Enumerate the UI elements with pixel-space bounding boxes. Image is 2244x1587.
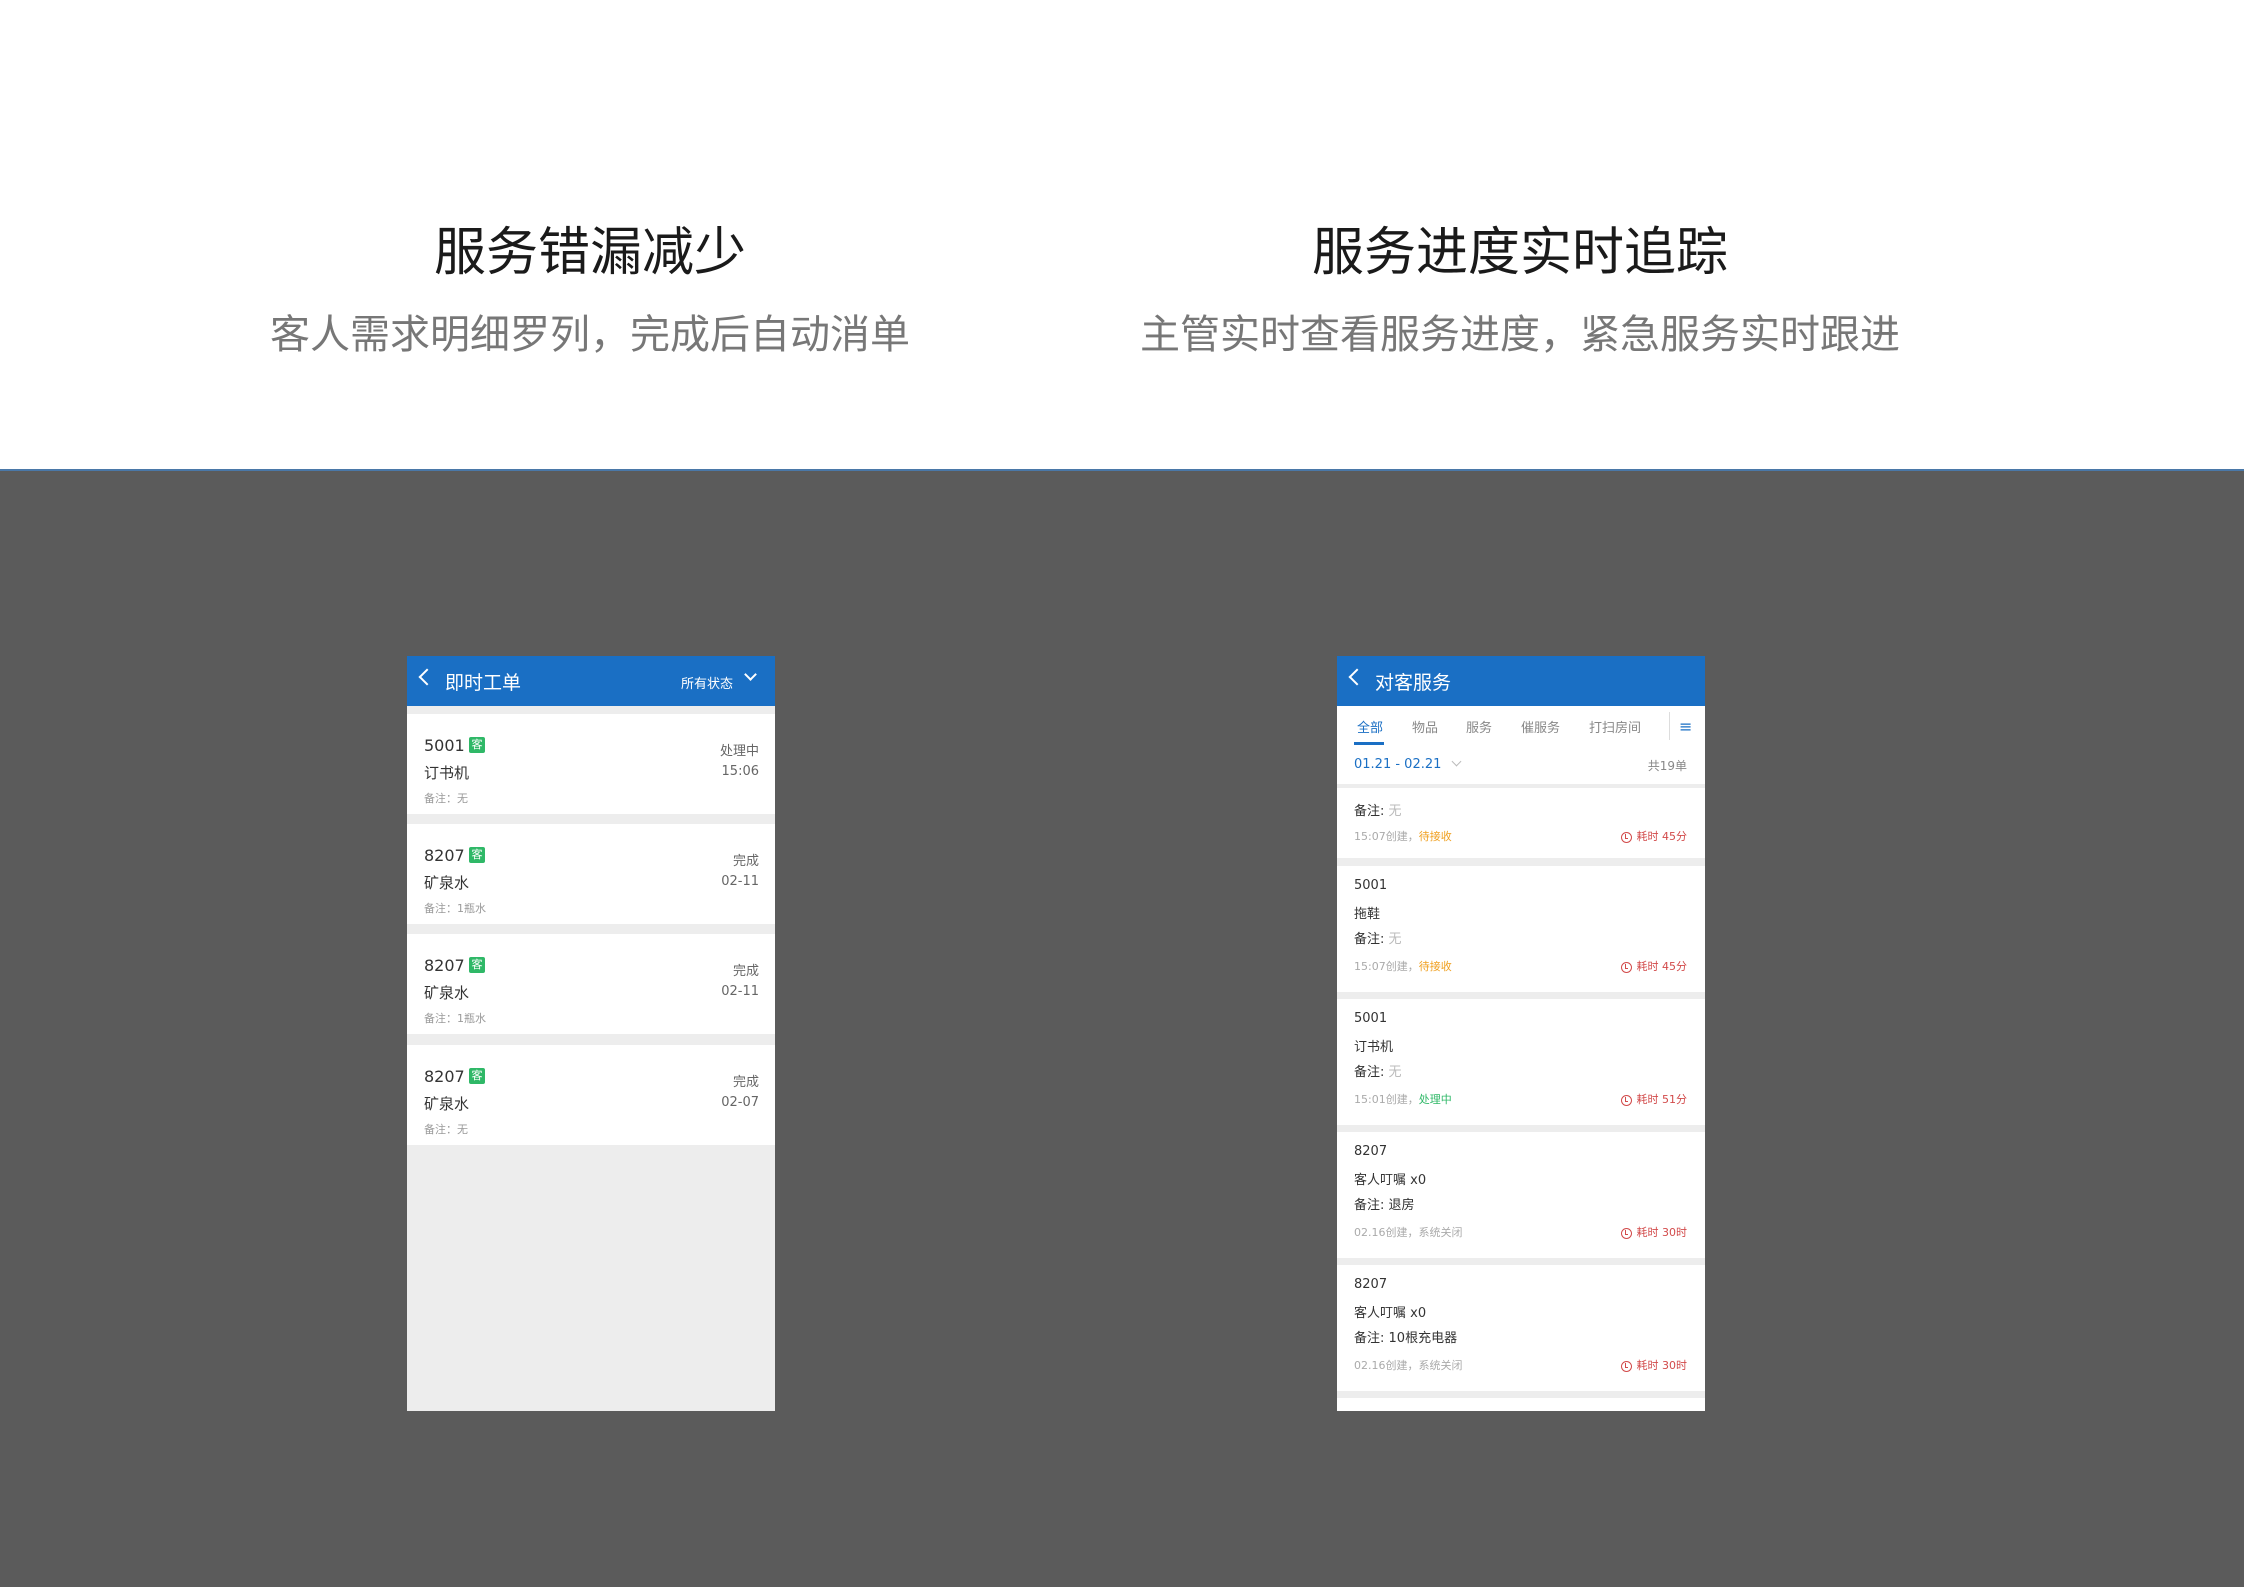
service-note: 备注: 无	[1354, 1065, 1402, 1080]
clock-icon	[1620, 1095, 1632, 1106]
date-range-picker[interactable]: 01.21 - 02.21	[1354, 757, 1441, 772]
phone-left-screen: 即时工单 所有状态 5001 客 订书机 备注：无 处理中 15:06 8207…	[407, 656, 775, 1411]
order-item: 矿泉水	[424, 1095, 470, 1113]
room-number: 8207	[424, 1067, 465, 1086]
app-bar: 对客服务	[1337, 656, 1705, 706]
order-time: 02-11	[721, 984, 759, 999]
service-note: 备注: 无	[1354, 804, 1402, 819]
clock-icon	[1620, 832, 1632, 843]
room-number: 5001	[1354, 878, 1388, 893]
service-card[interactable]: 8207 客人叮嘱 x0 备注: 10根充电器 02.16创建，系统关闭 耗时 …	[1337, 1265, 1705, 1391]
order-card[interactable]: 8207 客 矿泉水 备注：无 完成 02-07	[407, 1045, 775, 1145]
service-note: 备注: 退房	[1354, 1198, 1415, 1213]
service-duration: 耗时 51分	[1620, 1091, 1687, 1107]
headline-left-title: 服务错漏减少	[433, 223, 746, 283]
service-duration: 耗时 45分	[1620, 958, 1687, 974]
order-note: 备注：1瓶水	[424, 902, 486, 915]
headline-right-subtitle: 主管实时查看服务进度，紧急服务实时跟进	[1140, 312, 1900, 358]
guest-tag-badge: 客	[469, 957, 485, 973]
chevron-down-icon[interactable]	[1451, 756, 1462, 767]
app-bar: 即时工单 所有状态	[407, 656, 775, 706]
active-tab-indicator	[1354, 742, 1384, 745]
screen-title: 即时工单	[445, 672, 522, 694]
service-created: 02.16创建，系统关闭	[1354, 1226, 1463, 1239]
service-duration: 耗时 30时	[1620, 1357, 1687, 1373]
order-status: 完成	[732, 964, 759, 979]
headline-left-subtitle: 客人需求明细罗列，完成后自动消单	[270, 312, 910, 358]
phone-right-screen: 对客服务 全部 物品 服务 催服务 打扫房间 ≡ 01.21 - 02.21 共…	[1337, 656, 1705, 1411]
room-number: 8207	[424, 956, 465, 975]
order-item: 订书机	[424, 764, 470, 782]
service-item: 订书机	[1354, 1040, 1394, 1055]
menu-icon[interactable]: ≡	[1679, 719, 1692, 735]
order-item: 矿泉水	[424, 984, 470, 1002]
clock-icon	[1620, 1228, 1632, 1239]
service-card[interactable]: 备注: 无 15:07创建，待接收 耗时 45分	[1337, 788, 1705, 858]
service-created: 15:01创建，处理中	[1354, 1093, 1452, 1106]
service-item: 客人叮嘱 x0	[1354, 1306, 1427, 1321]
room-number: 8207	[424, 846, 465, 865]
tab-urge-service[interactable]: 催服务	[1521, 717, 1560, 736]
service-card[interactable]: 5001 订书机 备注: 无 15:01创建，处理中 耗时 51分	[1337, 999, 1705, 1125]
order-item: 矿泉水	[424, 874, 470, 892]
tab-all[interactable]: 全部	[1357, 717, 1383, 736]
screen-title: 对客服务	[1375, 672, 1452, 694]
room-number: 8207	[1354, 1277, 1388, 1292]
guest-tag-badge: 客	[469, 847, 485, 863]
service-created: 02.16创建，系统关闭	[1354, 1359, 1463, 1372]
service-duration: 耗时 45分	[1620, 828, 1687, 844]
service-item: 拖鞋	[1354, 907, 1381, 922]
headline-right-title: 服务进度实时追踪	[1311, 223, 1728, 283]
order-time: 15:06	[721, 764, 759, 779]
back-arrow-icon[interactable]	[418, 668, 436, 686]
service-card[interactable]: 5001 拖鞋 备注: 无 15:07创建，待接收 耗时 45分	[1337, 866, 1705, 992]
order-status: 完成	[732, 854, 759, 869]
service-card-partial	[1337, 1398, 1705, 1411]
room-number: 8207	[1354, 1144, 1388, 1159]
date-filter-row: 01.21 - 02.21 共19单	[1337, 746, 1705, 784]
order-note: 备注：1瓶水	[424, 1012, 486, 1025]
tab-divider	[1669, 712, 1670, 740]
service-created: 15:07创建，待接收	[1354, 830, 1452, 843]
back-arrow-icon[interactable]	[1348, 668, 1366, 686]
status-filter-dropdown[interactable]: 所有状态	[681, 673, 733, 692]
order-time: 02-11	[721, 874, 759, 889]
order-note: 备注：无	[424, 1123, 468, 1136]
guest-tag-badge: 客	[469, 737, 485, 753]
order-time: 02-07	[721, 1095, 759, 1110]
tab-items[interactable]: 物品	[1412, 717, 1438, 736]
clock-icon	[1620, 1361, 1632, 1372]
tab-service[interactable]: 服务	[1466, 717, 1492, 736]
order-status: 处理中	[719, 744, 759, 759]
category-tabs: 全部 物品 服务 催服务 打扫房间 ≡	[1337, 706, 1705, 747]
service-item: 客人叮嘱 x0	[1354, 1173, 1427, 1188]
room-number: 5001	[1354, 1011, 1388, 1026]
service-note: 备注: 无	[1354, 932, 1402, 947]
service-card[interactable]: 8207 客人叮嘱 x0 备注: 退房 02.16创建，系统关闭 耗时 30时	[1337, 1132, 1705, 1258]
top-section: 服务错漏减少 客人需求明细罗列，完成后自动消单 服务进度实时追踪 主管实时查看服…	[0, 0, 2244, 469]
order-count: 共19单	[1647, 759, 1687, 773]
clock-icon	[1620, 962, 1632, 973]
service-duration: 耗时 30时	[1620, 1224, 1687, 1240]
order-card[interactable]: 8207 客 矿泉水 备注：1瓶水 完成 02-11	[407, 824, 775, 924]
service-created: 15:07创建，待接收	[1354, 960, 1452, 973]
chevron-down-icon[interactable]	[744, 668, 757, 681]
order-note: 备注：无	[424, 792, 468, 805]
showcase-section	[0, 469, 2244, 1587]
guest-tag-badge: 客	[469, 1068, 485, 1084]
tab-clean-room[interactable]: 打扫房间	[1589, 717, 1641, 736]
room-number: 5001	[424, 736, 465, 755]
order-card[interactable]: 5001 客 订书机 备注：无 处理中 15:06	[407, 714, 775, 814]
order-card[interactable]: 8207 客 矿泉水 备注：1瓶水 完成 02-11	[407, 934, 775, 1034]
service-note: 备注: 10根充电器	[1354, 1331, 1458, 1346]
order-status: 完成	[732, 1075, 759, 1090]
